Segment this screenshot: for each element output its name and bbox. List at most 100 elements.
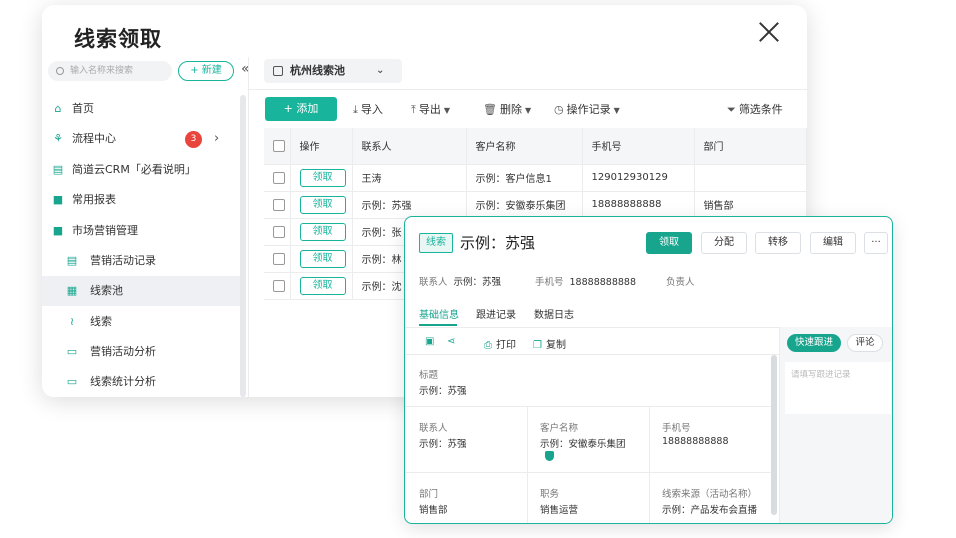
delete-button[interactable]: 🗑 删除 ▼ — [483, 101, 531, 119]
action-cell: 领取 — [290, 191, 353, 219]
table-cell: 示例：客户信息1 — [466, 164, 583, 192]
quick-follow-button[interactable]: 快速跟进 — [787, 334, 841, 352]
sidebar-item-label: 营销活动记录 — [90, 254, 156, 267]
row-checkbox[interactable] — [273, 279, 285, 292]
active-tab-indicator — [419, 324, 457, 326]
flow-icon: ⚘ — [53, 132, 63, 145]
meta-label: 手机号 — [535, 277, 564, 288]
sidebar-item-campaign-analysis[interactable]: ▭ 营销活动分析 — [42, 337, 240, 367]
sidebar-item-marketing[interactable]: ■ 市场营销管理 — [42, 216, 240, 246]
new-button[interactable]: + 新建 — [178, 61, 234, 81]
column-header[interactable]: 联系人 — [352, 128, 467, 165]
divider — [649, 406, 650, 472]
more-icon[interactable]: ··· — [864, 232, 888, 254]
filter-button[interactable]: ⏷ 筛选条件 — [727, 101, 783, 119]
close-icon[interactable] — [756, 19, 782, 45]
claim-button[interactable]: 领取 — [299, 276, 346, 295]
sidebar-item-leads[interactable]: ≀ 线索 — [42, 307, 240, 337]
sidebar-item-label: 常用报表 — [72, 193, 116, 206]
pool-selector[interactable]: 杭州线索池 ⌄ — [264, 59, 402, 83]
sidebar-item-reports[interactable]: ■ 常用报表 — [42, 185, 240, 215]
transfer-button[interactable]: 转移 — [755, 232, 801, 254]
claim-button[interactable]: 领取 — [299, 168, 346, 187]
shield-icon — [545, 451, 554, 461]
detail-scrollbar[interactable] — [771, 355, 777, 515]
action-cell: 领取 — [290, 245, 353, 273]
field-label: 部门 — [419, 489, 439, 500]
import-button[interactable]: ⤓ 导入 — [353, 101, 383, 119]
sidebar-scrollbar[interactable] — [240, 95, 246, 397]
tab-basic-info[interactable]: 基础信息 — [419, 306, 459, 321]
add-button[interactable]: + 添加 — [265, 97, 337, 121]
comment-button[interactable]: 评论 — [847, 334, 883, 352]
sidebar-item-flow-center[interactable]: ⚘ 流程中心 3 › — [42, 124, 240, 154]
select-all-cell — [264, 128, 291, 165]
chart-icon: ▭ — [66, 375, 78, 388]
field-label: 标题 — [419, 370, 439, 381]
field-value: 示例：苏强 — [419, 386, 467, 397]
row-checkbox[interactable] — [273, 171, 285, 184]
meta-label: 联系人 — [419, 277, 448, 288]
divider — [249, 89, 807, 90]
edit-button[interactable]: 编辑 — [810, 232, 856, 254]
pool-selector-label: 杭州线索池 — [290, 64, 345, 77]
table-row[interactable]: 领取 示例：苏强 示例：安徽泰乐集团 18888888888 销售部 — [264, 191, 807, 219]
sidebar-item-lead-pool[interactable]: ▦ 线索池 — [42, 276, 240, 306]
claim-button[interactable]: 领取 — [299, 222, 346, 241]
column-header[interactable]: 客户名称 — [466, 128, 583, 165]
tab-follow-up[interactable]: 跟进记录 — [476, 306, 516, 321]
row-checkbox[interactable] — [273, 198, 285, 211]
table-cell: 示例：安徽泰乐集团 — [466, 191, 583, 219]
table-row[interactable]: 领取 王涛 示例：客户信息1 129012930129 — [264, 164, 807, 192]
field-value: 18888888888 — [662, 436, 729, 447]
table-header-row: 操作 联系人 客户名称 手机号 部门 — [264, 128, 807, 165]
copy-button[interactable]: ❐ 复制 — [533, 336, 566, 351]
chevron-right-icon[interactable]: › — [214, 124, 219, 154]
print-icon: ⎙ — [484, 340, 492, 351]
filter-icon: ⏷ — [727, 103, 736, 116]
notification-badge: 3 — [185, 131, 202, 148]
print-button[interactable]: ⎙ 打印 — [484, 336, 516, 351]
column-header[interactable]: 部门 — [694, 128, 807, 165]
tab-data-log[interactable]: 数据日志 — [534, 306, 574, 321]
sidebar-item-label: 市场营销管理 — [72, 224, 138, 237]
form-icon: ▤ — [66, 254, 78, 267]
sidebar-item-crm-guide[interactable]: ▤ 简道云CRM「必看说明」 — [42, 155, 240, 185]
folder-icon: ■ — [52, 193, 64, 206]
field-value: 销售运营 — [540, 505, 579, 516]
field-label: 手机号 — [662, 423, 691, 434]
caret-down-icon: ▼ — [524, 106, 532, 115]
meta-value: 18888888888 — [569, 277, 637, 288]
note-icon[interactable]: ▣ — [425, 336, 438, 347]
table-cell: 王涛 — [352, 164, 467, 192]
pool-icon: ▦ — [66, 284, 78, 297]
select-all-checkbox[interactable] — [273, 139, 285, 152]
sidebar-item-lead-stats[interactable]: ▭ 线索统计分析 — [42, 367, 240, 397]
field-value: 示例：苏强 — [419, 439, 467, 450]
share-icon[interactable]: ⋖ — [447, 336, 459, 347]
window-title: 线索领取 — [74, 27, 162, 51]
claim-button[interactable]: 领取 — [299, 249, 346, 268]
column-header[interactable]: 操作 — [290, 128, 353, 165]
export-button[interactable]: ⤒ 导出 ▼ — [411, 101, 450, 119]
assign-button[interactable]: 分配 — [701, 232, 747, 254]
field-label: 客户名称 — [540, 423, 579, 434]
column-header[interactable]: 手机号 — [582, 128, 695, 165]
copy-label: 复制 — [545, 340, 566, 351]
sidebar-item-home[interactable]: ⌂ 首页 — [42, 94, 240, 124]
field-label: 联系人 — [419, 423, 448, 434]
row-select-cell — [264, 272, 291, 300]
row-checkbox[interactable] — [273, 225, 285, 238]
sidebar: 输入名称来搜索 + 新建 « ⌂ 首页 ⚘ 流程中心 3 › ▤ 简道云CRM「… — [42, 57, 250, 397]
print-label: 打印 — [496, 340, 516, 351]
table-cell: 示例：苏强 — [352, 191, 467, 219]
lead-detail-card: 线索 示例：苏强 领取 分配 转移 编辑 ··· 联系人 示例：苏强 手机号 188… — [404, 216, 893, 524]
search-input[interactable]: 输入名称来搜索 — [48, 61, 172, 81]
claim-button[interactable]: 领取 — [299, 195, 346, 214]
history-button[interactable]: ◷ 操作记录 ▼ — [554, 101, 620, 119]
chart-icon: ▭ — [66, 345, 78, 358]
row-checkbox[interactable] — [273, 252, 285, 265]
claim-button[interactable]: 领取 — [646, 232, 692, 254]
follow-input[interactable]: 请填写跟进记录 — [785, 362, 891, 414]
sidebar-item-campaign-records[interactable]: ▤ 营销活动记录 — [42, 246, 240, 276]
